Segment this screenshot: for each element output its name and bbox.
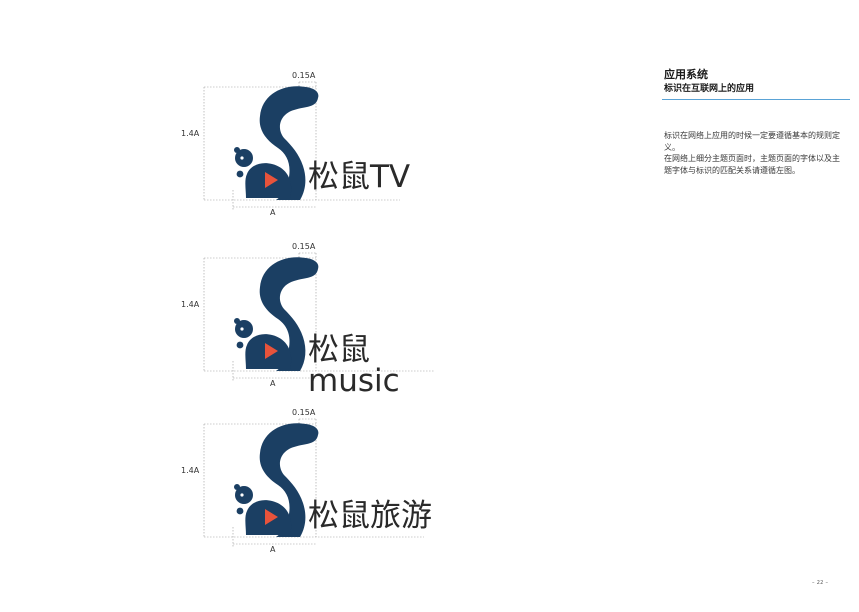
dimension-top-label: 0.15A — [292, 242, 316, 251]
wordmark-text: 松鼠music — [308, 332, 400, 399]
section-title: 应用系统 — [664, 68, 708, 81]
description-text: 标识在网络上应用的时候一定要遵循基本的规则定义。 在网络上细分主题页面时，主题页… — [664, 130, 844, 176]
dimension-top-label: 0.15A — [292, 408, 316, 417]
wordmark-text: 松鼠TV — [308, 159, 411, 195]
brand-guideline-page: 0.15A 1.4A A 松鼠TV 0.15A 1.4A A 松鼠music 0… — [0, 0, 859, 612]
dimension-bottom-label: A — [270, 379, 276, 388]
dimension-left-label: 1.4A — [181, 129, 200, 138]
logo-specimen-travel: 0.15A 1.4A A 松鼠旅游 — [0, 407, 460, 557]
dimension-bottom-label: A — [270, 208, 276, 217]
dimension-left-label: 1.4A — [181, 466, 200, 475]
logo-specimen-tv: 0.15A 1.4A A 松鼠TV — [0, 70, 460, 220]
description-paragraph: 标识在网络上应用的时候一定要遵循基本的规则定义。 — [664, 131, 840, 152]
logo-specimen-music: 0.15A 1.4A A 松鼠music — [0, 241, 460, 397]
page-number: – 22 – — [812, 580, 829, 586]
dimension-top-label: 0.15A — [292, 71, 316, 80]
wordmark-text: 松鼠旅游 — [308, 498, 432, 534]
accent-divider — [662, 99, 850, 100]
dimension-left-label: 1.4A — [181, 300, 200, 309]
section-subtitle: 标识在互联网上的应用 — [664, 84, 755, 94]
squirrel-logo-icon — [234, 86, 319, 200]
description-paragraph: 在网络上细分主题页面时，主题页面的字体以及主题字体与标识的匹配关系请遵循左图。 — [664, 154, 840, 175]
squirrel-logo-icon — [234, 423, 319, 537]
dimension-bottom-label: A — [270, 545, 276, 554]
